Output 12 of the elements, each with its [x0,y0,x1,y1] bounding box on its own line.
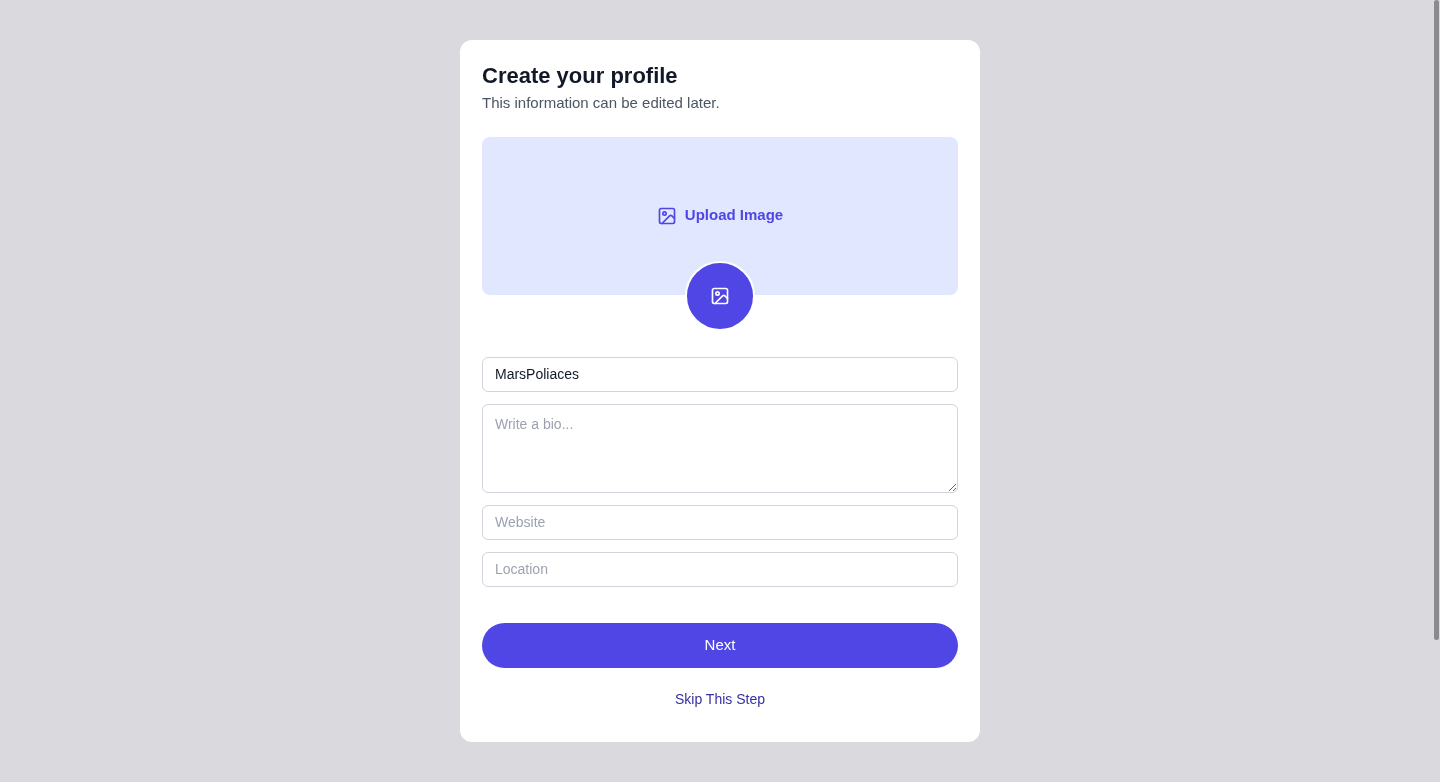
dialog-subtitle: This information can be edited later. [482,93,721,113]
upload-area[interactable]: Upload Image [482,136,958,295]
image-icon [656,205,677,226]
dialog-title: Create your profile [482,62,679,90]
next-button[interactable]: Next [482,622,958,668]
image-icon [710,285,730,306]
skip-link[interactable]: Skip This Step [675,688,765,710]
bio-field[interactable]: Write a bio... [482,403,958,493]
text-field[interactable]: Website [482,504,958,540]
text-field[interactable]: MarsPoliaces [482,356,958,392]
text-field[interactable]: Location [482,551,958,587]
scrollbar-thumb[interactable] [1434,0,1439,640]
